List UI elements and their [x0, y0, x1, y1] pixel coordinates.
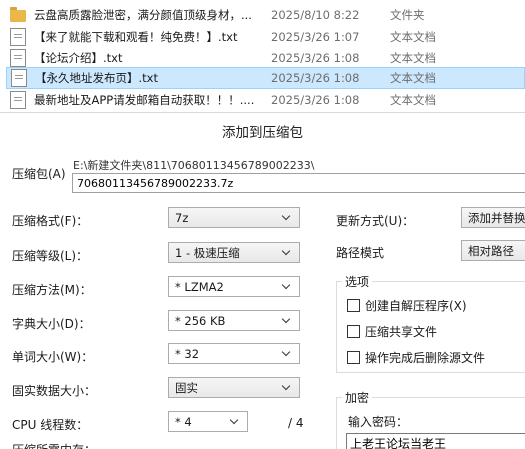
- cpu-value: * 4: [175, 414, 192, 429]
- shared-checkbox-row[interactable]: 压缩共享文件: [347, 323, 437, 340]
- level-label: 压缩等级(L)：: [12, 249, 89, 263]
- delete-source-label: 操作完成后删除源文件: [365, 351, 486, 365]
- shared-checkbox[interactable]: [347, 325, 360, 338]
- dict-value: * 256 KB: [175, 313, 226, 328]
- file-name: 【来了就能下载和观看！纯免费！】.txt: [34, 30, 238, 44]
- dict-label: 字典大小(D)：: [12, 317, 91, 331]
- path-mode-value: 相对路径: [468, 243, 514, 258]
- archive-name-input[interactable]: [72, 173, 525, 193]
- file-type: 文本文档: [390, 51, 436, 65]
- format-value: 7z: [175, 210, 189, 225]
- level-value: 1 - 极速压缩: [175, 245, 240, 260]
- cpu-total: / 4: [288, 416, 304, 430]
- chevron-down-icon: [229, 417, 241, 427]
- path-mode-select[interactable]: 相对路径: [461, 240, 525, 261]
- file-type: 文本文档: [390, 30, 436, 44]
- level-select[interactable]: 1 - 极速压缩: [168, 242, 300, 263]
- shared-label: 压缩共享文件: [365, 325, 438, 339]
- chevron-down-icon: [281, 383, 293, 393]
- file-name: 【论坛介绍】.txt: [34, 51, 123, 65]
- file-name: 【永久地址发布页】.txt: [35, 71, 158, 85]
- chevron-down-icon: [281, 248, 293, 258]
- method-value: * LZMA2: [175, 279, 224, 294]
- text-document-icon: [10, 49, 26, 67]
- file-list: 云盘高质露脸泄密，满分颜值顶级身材，... 2025/8/10 8:22 文件夹…: [0, 0, 525, 112]
- sfx-checkbox-row[interactable]: 创建自解压程序(X): [347, 297, 467, 314]
- delete-source-checkbox[interactable]: [347, 351, 360, 364]
- solid-select[interactable]: 固实: [168, 377, 300, 398]
- file-row-folder[interactable]: 云盘高质露脸泄密，满分颜值顶级身材，... 2025/8/10 8:22 文件夹: [6, 4, 525, 26]
- archive-path: E:\新建文件夹\811\70680113456789002233\: [73, 159, 315, 172]
- format-label: 压缩格式(F)：: [12, 214, 89, 228]
- word-value: * 32: [175, 346, 200, 361]
- text-document-icon: [10, 28, 26, 46]
- path-mode-label: 路径模式: [336, 246, 385, 260]
- delete-source-checkbox-row[interactable]: 操作完成后删除源文件: [347, 349, 485, 366]
- archive-label: 压缩包(A): [12, 167, 66, 181]
- file-row-txt[interactable]: 【论坛介绍】.txt 2025/3/26 1:08 文本文档: [6, 47, 525, 69]
- sfx-label: 创建自解压程序(X): [365, 299, 467, 313]
- file-type: 文件夹: [390, 8, 425, 22]
- chevron-down-icon: [281, 349, 293, 359]
- dialog-title: 添加到压缩包: [222, 125, 303, 141]
- options-group-title: 选项: [342, 273, 373, 290]
- file-row-txt[interactable]: 最新地址及APP请发邮箱自动获取！！！.... 2025/3/26 1:08 文…: [6, 89, 525, 111]
- text-document-icon: [11, 69, 27, 87]
- file-date: 2025/3/26 1:07: [271, 30, 360, 44]
- file-type: 文本文档: [390, 93, 436, 107]
- password-input[interactable]: [346, 433, 525, 449]
- update-mode-label: 更新方式(U)：: [336, 214, 415, 228]
- update-mode-value: 添加并替换: [468, 210, 525, 225]
- file-date: 2025/3/26 1:08: [271, 71, 360, 85]
- sfx-checkbox[interactable]: [347, 299, 360, 312]
- solid-value: 固实: [175, 380, 198, 395]
- password-label: 输入密码：: [348, 415, 409, 429]
- dict-select[interactable]: * 256 KB: [168, 310, 300, 331]
- word-select[interactable]: * 32: [168, 343, 300, 364]
- file-type: 文本文档: [390, 71, 436, 85]
- solid-label: 固实数据大小：: [12, 384, 97, 398]
- encryption-group-title: 加密: [342, 389, 373, 406]
- word-label: 单词大小(W)：: [12, 350, 94, 364]
- cpu-label: CPU 线程数：: [12, 418, 89, 432]
- memory-label: 压缩所需内存：: [12, 441, 96, 449]
- chevron-down-icon: [281, 282, 293, 292]
- update-mode-select[interactable]: 添加并替换: [461, 207, 525, 228]
- file-name: 云盘高质露脸泄密，满分颜值顶级身材，...: [34, 8, 252, 22]
- text-document-icon: [10, 91, 26, 109]
- cpu-select[interactable]: * 4: [168, 411, 248, 432]
- folder-icon: [10, 7, 26, 22]
- chevron-down-icon: [281, 316, 293, 326]
- file-name: 最新地址及APP请发邮箱自动获取！！！....: [34, 93, 255, 107]
- method-select[interactable]: * LZMA2: [168, 276, 300, 297]
- chevron-down-icon: [281, 213, 293, 223]
- file-date: 2025/8/10 8:22: [271, 8, 360, 22]
- file-date: 2025/3/26 1:08: [271, 93, 360, 107]
- file-row-txt-selected[interactable]: 【永久地址发布页】.txt 2025/3/26 1:08 文本文档: [6, 67, 525, 89]
- file-date: 2025/3/26 1:08: [271, 51, 360, 65]
- format-select[interactable]: 7z: [168, 207, 300, 228]
- file-row-txt[interactable]: 【来了就能下载和观看！纯免费！】.txt 2025/3/26 1:07 文本文档: [6, 26, 525, 48]
- method-label: 压缩方法(M)：: [12, 283, 92, 297]
